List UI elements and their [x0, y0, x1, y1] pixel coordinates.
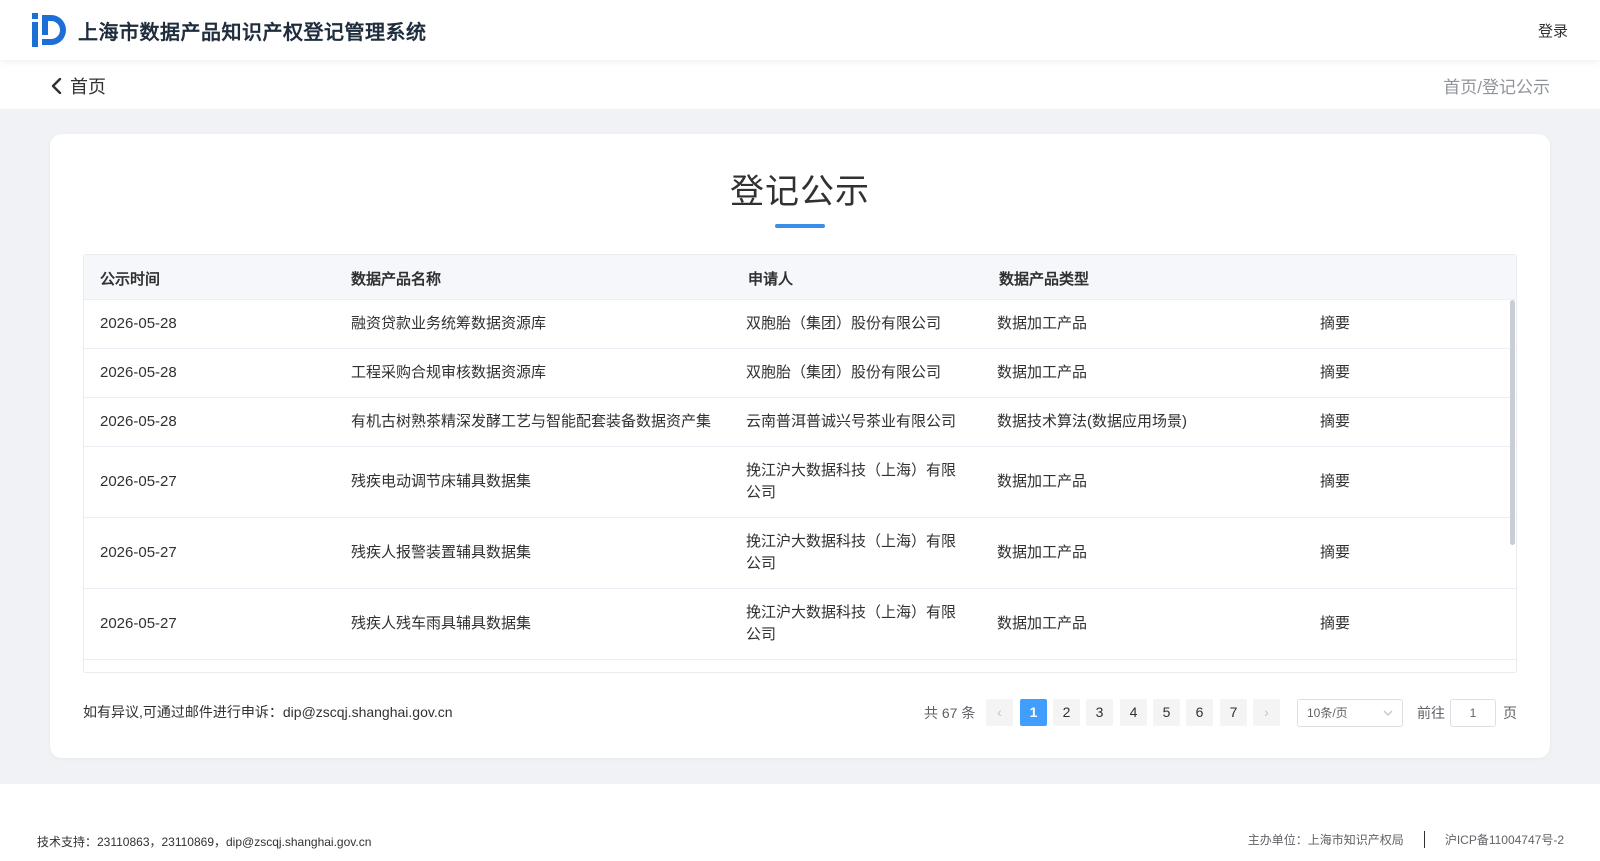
page-button-4[interactable]: 4	[1120, 699, 1147, 726]
cell-date: 2026-05-28	[100, 413, 177, 430]
summary-link[interactable]: 摘要	[1320, 313, 1350, 335]
summary-link[interactable]: 摘要	[1320, 542, 1350, 564]
next-page-button[interactable]: ›	[1253, 699, 1280, 726]
page-button-7[interactable]: 7	[1220, 699, 1247, 726]
table-body: 2026-05-28 融资贷款业务统筹数据资源库 双胞胎（集团）股份有限公司 数…	[84, 300, 1516, 672]
page-title: 登记公示	[730, 173, 870, 211]
cell-date: 2026-05-27	[100, 473, 177, 490]
goto-label: 前往	[1417, 705, 1445, 721]
cell-product-name: 残疾电动调节床辅具数据集	[351, 473, 532, 490]
tech-support: 技术支持：23110863，23110869，dip@zscqj.shangha…	[37, 835, 372, 849]
cell-date: 2026-05-28	[100, 364, 177, 381]
column-header-type: 数据产品类型	[999, 271, 1090, 288]
footer: 技术支持：23110863，23110869，dip@zscqj.shangha…	[0, 784, 1600, 861]
summary-link[interactable]: 摘要	[1320, 613, 1350, 635]
total-count: 共 67 条	[924, 705, 976, 721]
summary-link[interactable]: 摘要	[1320, 411, 1350, 433]
page-button-5[interactable]: 5	[1153, 699, 1180, 726]
table-scrollbar[interactable]	[1510, 300, 1515, 545]
table-header: 公示时间 数据产品名称 申请人 数据产品类型	[84, 255, 1516, 300]
summary-link[interactable]: 摘要	[1320, 471, 1350, 493]
cell-product-name: 残疾人残车雨具辅具数据集	[351, 615, 532, 632]
page-unit-label: 页	[1503, 705, 1517, 721]
cell-date: 2026-05-27	[100, 615, 177, 632]
cell-product-type: 数据加工产品	[997, 364, 1088, 381]
chevron-left-icon	[51, 78, 62, 94]
back-home-link[interactable]: 首页	[50, 73, 106, 99]
cell-product-type: 数据加工产品	[997, 544, 1088, 561]
summary-link[interactable]: 摘要	[1320, 362, 1350, 384]
page-button-6[interactable]: 6	[1186, 699, 1213, 726]
complaint-note: 如有异议,可通过邮件进行申诉：dip@zscqj.shanghai.gov.cn	[83, 704, 453, 720]
back-label: 首页	[70, 77, 106, 97]
table-row: 2026-05-28 工程采购合规审核数据资源库 双胞胎（集团）股份有限公司 数…	[84, 349, 1516, 398]
table-row: 2026-05-27 残疾人残车雨具辅具数据集 挽江沪大数据科技（上海）有限公司…	[84, 589, 1516, 660]
cell-product-name: 有机古树熟茶精深发酵工艺与智能配套装备数据资产集	[351, 413, 712, 430]
cell-product-name: 工程采购合规审核数据资源库	[351, 364, 547, 381]
page-size-select[interactable]: 10条/页	[1297, 699, 1403, 727]
cell-applicant: 挽江沪大数据科技（上海）有限公司	[746, 462, 957, 501]
table-row: 2026-05-28 融资贷款业务统筹数据资源库 双胞胎（集团）股份有限公司 数…	[84, 300, 1516, 349]
cell-product-type: 数据加工产品	[997, 315, 1088, 332]
sub-navbar: 首页 首页/登记公示	[0, 60, 1600, 109]
cell-applicant: 挽江沪大数据科技（上海）有限公司	[746, 604, 957, 643]
header: 上海市数据产品知识产权登记管理系统 登录	[0, 0, 1600, 60]
page-button-3[interactable]: 3	[1086, 699, 1113, 726]
cell-product-name: 融资贷款业务统筹数据资源库	[351, 315, 547, 332]
table-row: 2026-05-28 有机古树熟茶精深发酵工艺与智能配套装备数据资产集 云南普洱…	[84, 398, 1516, 447]
sponsor-text: 主办单位：上海市知识产权局	[1247, 833, 1404, 847]
cell-date: 2026-05-27	[100, 544, 177, 561]
goto-page-input[interactable]	[1450, 699, 1496, 727]
cell-product-type: 数据技术算法(数据应用场景)	[997, 413, 1187, 430]
table-row: 2026-05-27 残疾电动调节床辅具数据集 挽江沪大数据科技（上海）有限公司…	[84, 447, 1516, 518]
publication-card: 登记公示 公示时间 数据产品名称 申请人 数据产品类型 2026-05-28 融…	[50, 134, 1550, 758]
column-header-applicant: 申请人	[748, 271, 794, 288]
login-link[interactable]: 登录	[1538, 20, 1568, 41]
page-button-1[interactable]: 1	[1020, 699, 1047, 726]
cell-product-type: 数据加工产品	[997, 615, 1088, 632]
page-button-2[interactable]: 2	[1053, 699, 1080, 726]
publication-table: 公示时间 数据产品名称 申请人 数据产品类型 2026-05-28 融资贷款业务…	[83, 254, 1517, 673]
chevron-down-icon	[1383, 710, 1393, 716]
footer-divider	[1423, 831, 1425, 848]
footer-info: 主办单位：上海市知识产权局 沪ICP备11004747号-2	[1248, 831, 1564, 848]
logo-icon	[32, 13, 66, 47]
prev-page-button[interactable]: ‹	[986, 699, 1013, 726]
cell-date: 2026-05-28	[100, 315, 177, 332]
breadcrumb: 首页/登记公示	[1443, 78, 1550, 97]
cell-applicant: 云南普洱普诚兴号茶业有限公司	[746, 413, 957, 430]
cell-product-name: 残疾人报警装置辅具数据集	[351, 544, 532, 561]
cell-applicant: 挽江沪大数据科技（上海）有限公司	[746, 533, 957, 572]
cell-product-type: 数据加工产品	[997, 473, 1088, 490]
cell-applicant: 双胞胎（集团）股份有限公司	[746, 315, 942, 332]
page-size-value: 10条/页	[1307, 706, 1348, 720]
cell-applicant: 双胞胎（集团）股份有限公司	[746, 364, 942, 381]
app-title: 上海市数据产品知识产权登记管理系统	[78, 22, 427, 44]
icp-link[interactable]: 沪ICP备11004747号-2	[1445, 831, 1564, 848]
column-header-date: 公示时间	[100, 271, 161, 288]
title-underline	[775, 224, 825, 228]
column-header-name: 数据产品名称	[351, 271, 442, 288]
table-row: 2026-05-27 残疾人报警装置辅具数据集 挽江沪大数据科技（上海）有限公司…	[84, 518, 1516, 589]
